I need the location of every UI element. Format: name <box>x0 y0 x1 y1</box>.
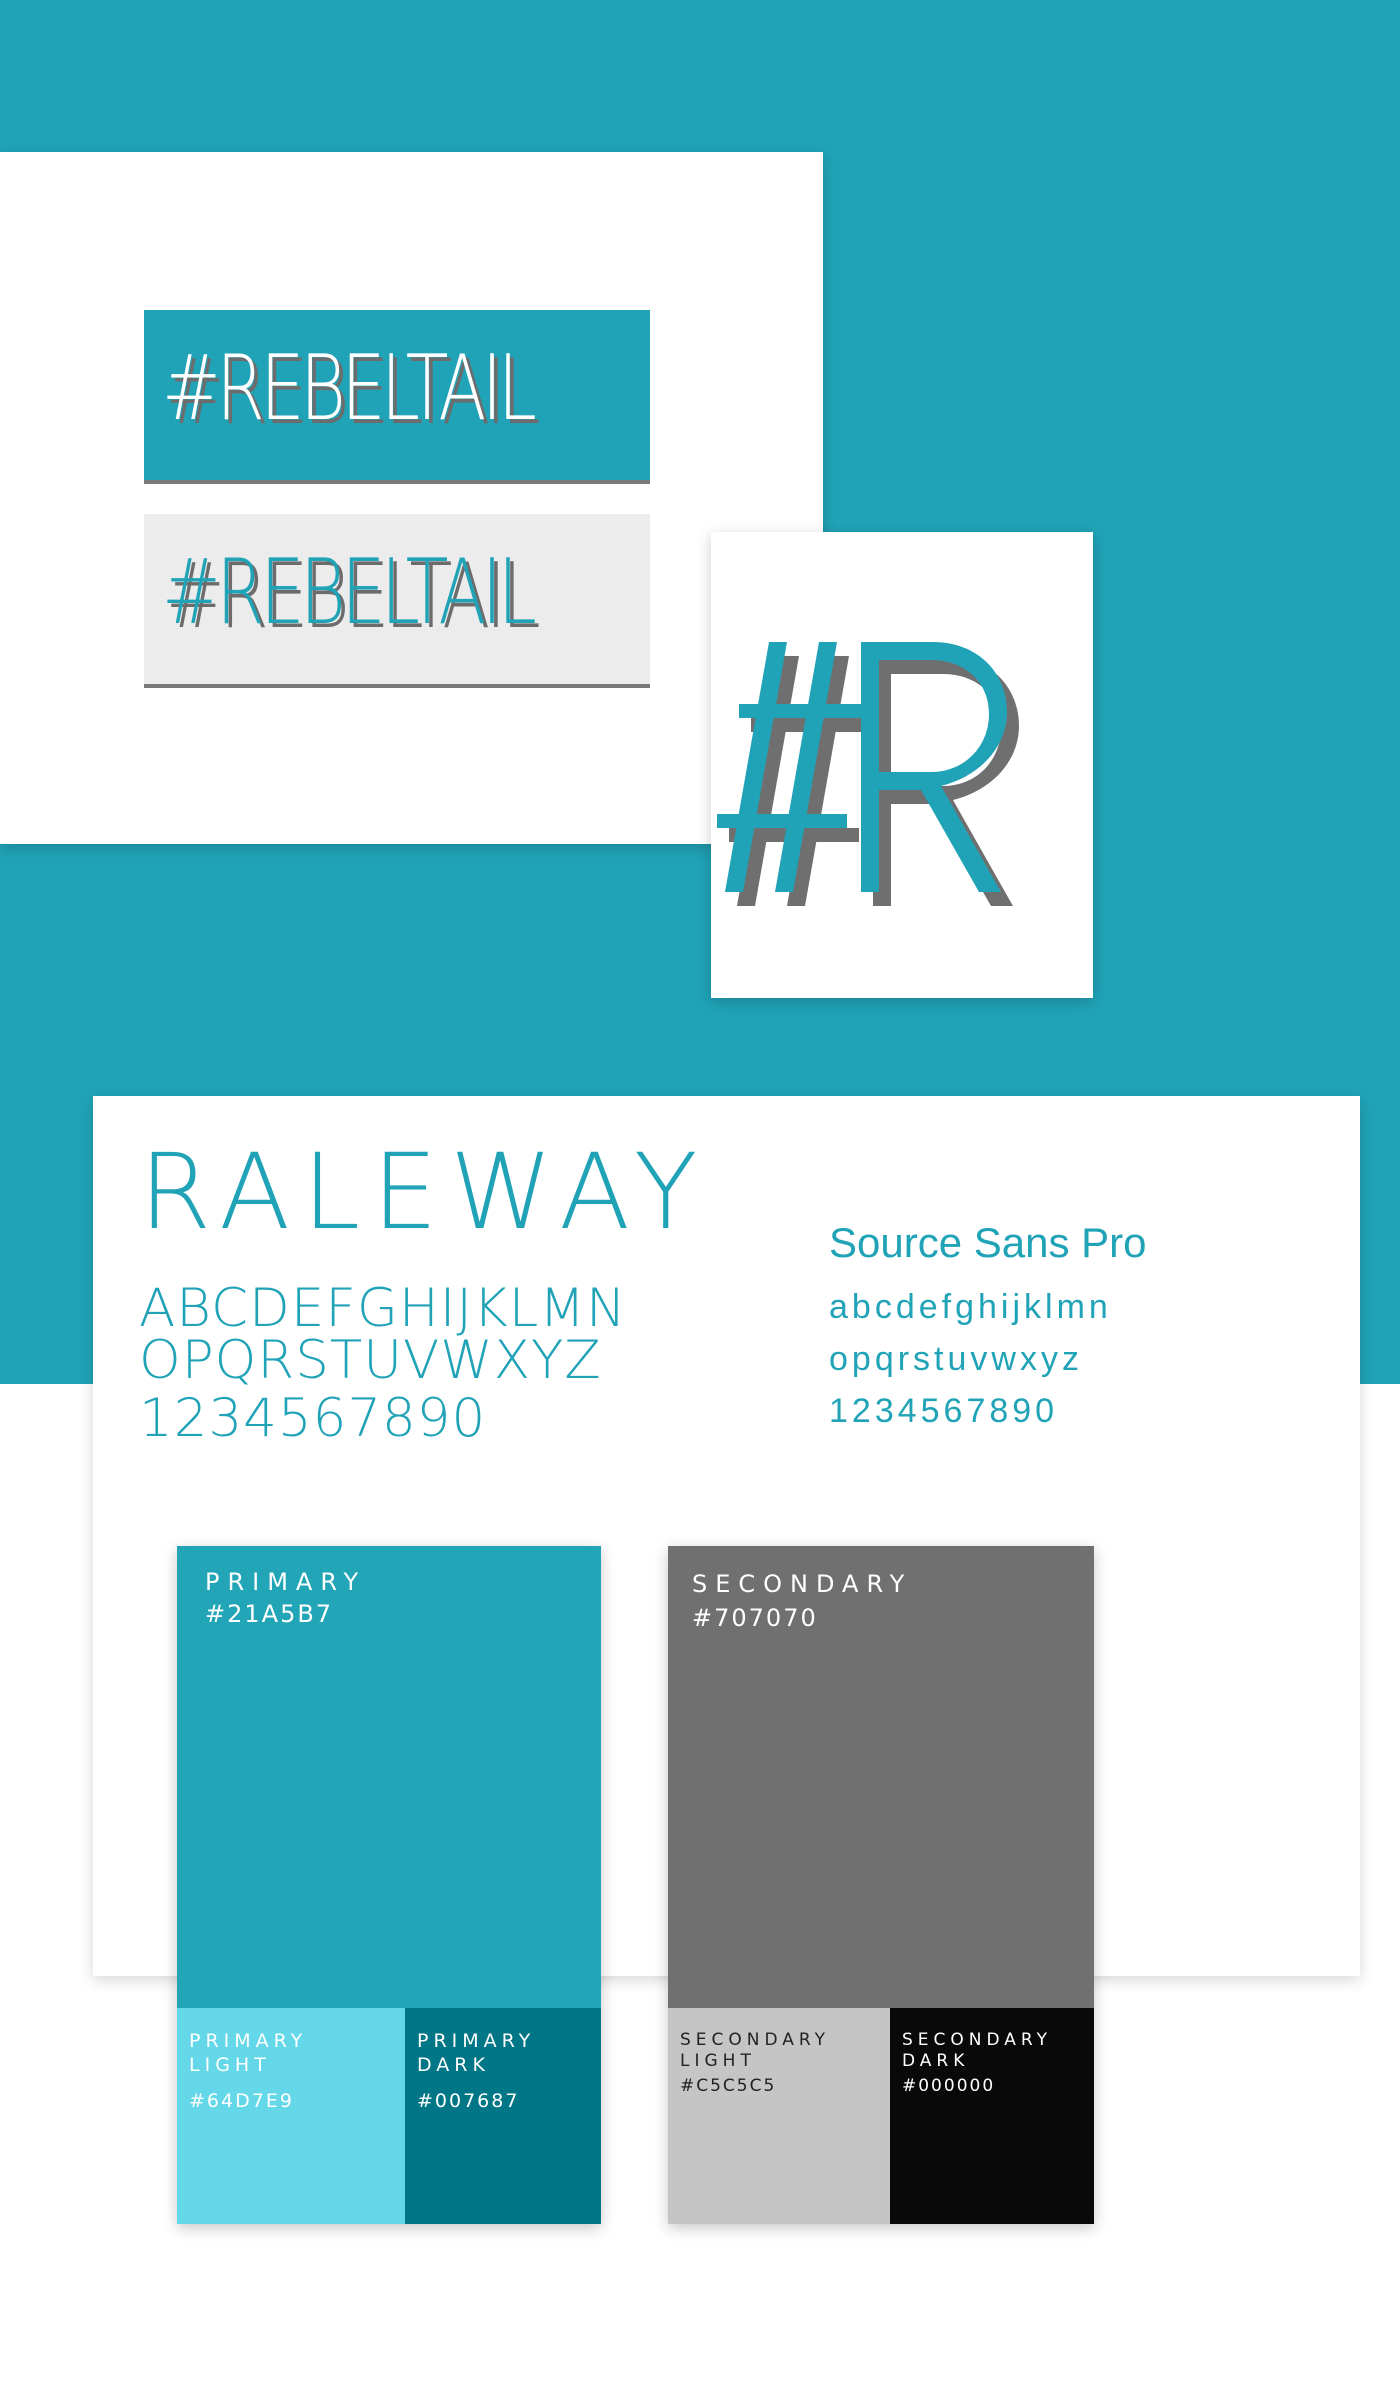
secondary-light-hex: #C5C5C5 <box>680 2076 777 2096</box>
primary-dark-label: PRIMARY DARK <box>417 2030 536 2076</box>
logo-card: #REBELTAIL #REBELTAIL #REBELTAIL #REBELT… <box>0 152 823 844</box>
heading-font-uppercase: ABCDEFGHIJKLMN <box>139 1278 627 1339</box>
logo-banner-teal: #REBELTAIL #REBELTAIL <box>144 310 650 484</box>
secondary-hex: #707070 <box>692 1604 818 1632</box>
primary-color-block: PRIMARY #21A5B7 <box>177 1546 601 2008</box>
primary-light-block: PRIMARY LIGHT #64D7E9 <box>177 2008 405 2224</box>
body-font-name: Source Sans Pro <box>829 1219 1147 1266</box>
secondary-color-block: SECONDARY #707070 <box>668 1546 1094 2008</box>
body-font-lowercase: abcdefghijklmn <box>829 1288 1112 1326</box>
secondary-dark-hex: #000000 <box>902 2076 996 2096</box>
body-font-digits: 1234567890 <box>829 1392 1059 1430</box>
primary-dark-block: PRIMARY DARK #007687 <box>405 2008 601 2224</box>
monogram-card: #R <box>711 532 1093 998</box>
wordmark-logo: #REBELTAIL #REBELTAIL <box>162 548 541 642</box>
logo-banner-grey: #REBELTAIL #REBELTAIL <box>144 514 650 688</box>
secondary-dark-label: SECONDARY DARK <box>902 2030 1053 2072</box>
primary-swatch: PRIMARY #21A5B7 PRIMARY LIGHT #64D7E9 PR… <box>177 1546 601 2224</box>
wordmark-text: #REBELTAIL <box>162 540 537 645</box>
primary-hex: #21A5B7 <box>205 1600 334 1628</box>
heading-font-uppercase-2: OPQRSTUVWXYZ <box>139 1330 602 1391</box>
secondary-label: SECONDARY <box>692 1570 913 1598</box>
body-font-lowercase-2: opqrstuvwxyz <box>829 1340 1083 1378</box>
secondary-light-label: SECONDARY LIGHT <box>680 2030 831 2072</box>
secondary-swatch: SECONDARY #707070 SECONDARY LIGHT #C5C5C… <box>668 1546 1094 2224</box>
heading-font-name: RALEWAY <box>139 1131 710 1253</box>
wordmark-text: #REBELTAIL <box>162 336 537 441</box>
primary-dark-hex: #007687 <box>417 2090 520 2112</box>
primary-light-label: PRIMARY LIGHT <box>189 2030 308 2076</box>
monogram-logo <box>717 642 1019 906</box>
secondary-dark-block: SECONDARY DARK #000000 <box>890 2008 1094 2224</box>
wordmark-logo: #REBELTAIL #REBELTAIL <box>162 344 541 438</box>
primary-light-hex: #64D7E9 <box>189 2090 294 2112</box>
secondary-light-block: SECONDARY LIGHT #C5C5C5 <box>668 2008 890 2224</box>
heading-font-digits: 1234567890 <box>139 1388 487 1449</box>
primary-label: PRIMARY <box>205 1568 367 1596</box>
